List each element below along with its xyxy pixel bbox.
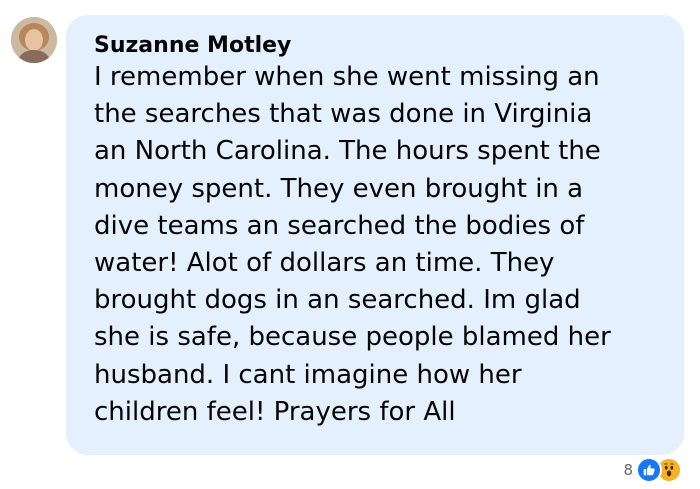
like-icon xyxy=(636,457,662,483)
comment-line: she is safe, because people blamed her xyxy=(94,322,611,353)
comment-line: money spent. They even brought in a xyxy=(94,173,584,204)
comment-line: water! Alot of dollars an time. They xyxy=(94,248,555,279)
user-photo-icon xyxy=(11,17,57,63)
comment-line: brought dogs in an searched. Im glad xyxy=(94,285,581,316)
comment-line: the searches that was done in Virginia xyxy=(94,99,593,130)
comment-line: I remember when she went missing an xyxy=(94,62,600,92)
comment-line: an North Carolina. The hours spent the xyxy=(94,136,601,167)
comment-avatar[interactable] xyxy=(11,17,57,63)
comment-bubble: Suzanne Motley I remember when she went … xyxy=(66,15,684,455)
reaction-count: 8 xyxy=(623,461,633,479)
comment-line: children feel! Prayers for All xyxy=(94,396,456,427)
comment-line: dive teams an searched the bodies of xyxy=(94,210,585,241)
comment-text: I remember when she went missing an the … xyxy=(94,59,669,431)
comment-author[interactable]: Suzanne Motley xyxy=(94,33,291,58)
reactions-summary[interactable]: 8 xyxy=(623,457,682,483)
comment-line: husband. I cant imagine how her xyxy=(94,359,522,390)
